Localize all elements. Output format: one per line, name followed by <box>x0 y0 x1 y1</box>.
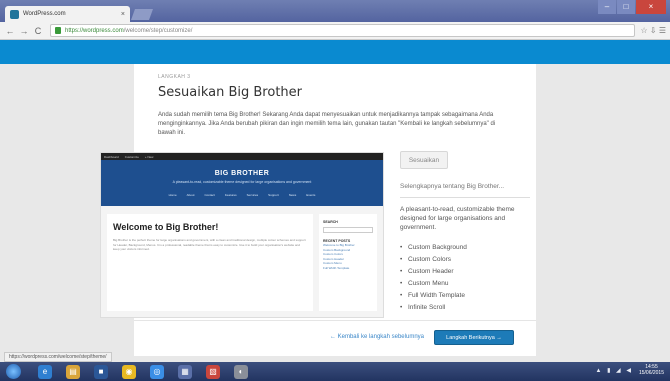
preview-header: BIG BROTHER A pleasant-to-read, customiz… <box>101 160 383 206</box>
browser-titlebar: WordPress.com × – □ × <box>0 0 670 22</box>
forward-button[interactable]: → <box>18 25 30 37</box>
theme-info-panel: Sesuaikan Selengkapnya tentang Big Broth… <box>400 151 530 314</box>
maximize-button[interactable]: □ <box>617 0 635 14</box>
system-tray: ▲ ▮ ◢ ◀ 14:55 15/06/2015 <box>595 364 664 376</box>
windows-taskbar: e ▤ ■ ◉ ◎ ▦ ▧ ◐ ▲ ▮ ◢ ◀ 14:55 15/06/2015 <box>0 362 670 381</box>
reload-button[interactable]: C <box>32 25 44 37</box>
preview-admin-bar: Dashboard Customize + New <box>101 153 383 160</box>
preview-menu: Home About Contact Features Services Sup… <box>101 193 383 197</box>
feature-list: Custom Background Custom Colors Custom H… <box>400 242 530 314</box>
preview-menu-item: Home <box>168 193 177 197</box>
app-icon[interactable]: ▦ <box>178 364 192 379</box>
preview-body: Welcome to Big Brother! Big Brother is t… <box>101 206 383 317</box>
word-icon[interactable]: ■ <box>94 364 108 379</box>
preview-site-name: BIG BROTHER <box>214 170 270 177</box>
feature-item: Custom Colors <box>400 254 530 266</box>
browser-toolbar: ← → C https://wordpress.com /welcome/ste… <box>0 22 670 40</box>
preview-admin-item: Dashboard <box>104 154 119 159</box>
chrome-icon[interactable]: ◉ <box>122 364 136 379</box>
preview-menu-item: Services <box>246 193 259 197</box>
next-step-button[interactable]: Langkah Berikutnya → <box>434 330 514 345</box>
preview-admin-item: + New <box>144 154 154 159</box>
clock-date: 15/06/2015 <box>638 370 664 376</box>
status-url: https://wordpress.com/welcome/step/theme… <box>4 352 112 362</box>
url-host: https://wordpress.com <box>65 27 124 34</box>
media-player-icon[interactable]: ◎ <box>150 364 164 379</box>
feature-item: Full Width Template <box>400 290 530 302</box>
file-explorer-icon[interactable]: ▤ <box>66 364 80 379</box>
feature-item: Infinite Scroll <box>400 302 530 314</box>
preview-menu-item: About <box>186 193 195 197</box>
wordpress-masterbar <box>0 40 670 64</box>
preview-main-content: Welcome to Big Brother! Big Brother is t… <box>107 214 313 311</box>
step-footer: ← Kembali ke langkah sebelumnya Langkah … <box>134 320 536 356</box>
divider <box>400 197 530 198</box>
preview-search-input <box>323 227 373 233</box>
minimize-button[interactable]: – <box>598 0 616 14</box>
toolbar-icons[interactable]: ☆ ⇩ ☰ <box>641 26 667 35</box>
intro-text: Anda sudah memilih tema Big Brother! Sek… <box>158 112 496 136</box>
feature-item: Custom Header <box>400 266 530 278</box>
start-button[interactable] <box>6 364 21 379</box>
feature-item: Custom Background <box>400 242 530 254</box>
tray-icons[interactable]: ▲ ▮ ◢ ◀ <box>595 367 632 374</box>
preview-search-title: SEARCH <box>323 220 338 224</box>
new-tab-button[interactable] <box>130 9 154 20</box>
preview-admin-item: Customize <box>124 154 139 159</box>
customize-button[interactable]: Sesuaikan <box>400 151 448 169</box>
internet-explorer-icon[interactable]: e <box>38 364 52 379</box>
preview-welcome-text: Big Brother is the perfect theme for lar… <box>113 238 306 251</box>
settings-icon[interactable]: ◐ <box>234 364 248 379</box>
preview-menu-item: News <box>288 193 297 197</box>
page-title: Sesuaikan Big Brother <box>158 85 303 100</box>
preview-sidebar: SEARCH RECENT POSTS Welcome to Big Broth… <box>319 214 377 311</box>
wordpress-favicon-icon <box>10 9 19 19</box>
customize-step-page: LANGKAH 3 Sesuaikan Big Brother Anda sud… <box>100 64 536 356</box>
preview-menu-item: Support <box>268 193 279 197</box>
url-path: /welcome/step/customize/ <box>123 27 193 34</box>
window-controls: – □ × <box>598 0 666 14</box>
tab-close-icon[interactable]: × <box>121 11 125 18</box>
powerpoint-icon[interactable]: ▧ <box>206 364 220 379</box>
preview-menu-item: Contact <box>204 193 215 197</box>
back-button[interactable]: ← <box>4 25 16 37</box>
lock-icon <box>55 27 61 34</box>
preview-sidebar-link: Full Width Template <box>323 265 350 270</box>
theme-description: A pleasant-to-read, customizable theme d… <box>400 206 515 231</box>
preview-tagline: A pleasant-to-read, customizable theme d… <box>172 180 312 184</box>
back-to-previous-step-link[interactable]: ← Kembali ke langkah sebelumnya <box>330 334 424 340</box>
preview-welcome-title: Welcome to Big Brother! <box>113 222 219 232</box>
address-bar[interactable]: https://wordpress.com /welcome/step/cust… <box>50 24 635 37</box>
more-about-theme-link[interactable]: Selengkapnya tentang Big Brother... <box>400 183 530 190</box>
browser-tab[interactable]: WordPress.com × <box>5 6 130 22</box>
clock[interactable]: 14:55 15/06/2015 <box>639 364 664 376</box>
step-label: LANGKAH 3 <box>158 74 191 80</box>
preview-menu-item: Features <box>224 193 237 197</box>
tab-title: WordPress.com <box>23 11 66 17</box>
preview-menu-item: Events <box>306 193 316 197</box>
theme-preview[interactable]: Dashboard Customize + New BIG BROTHER A … <box>100 152 384 318</box>
close-window-button[interactable]: × <box>636 0 666 14</box>
feature-item: Custom Menu <box>400 278 530 290</box>
